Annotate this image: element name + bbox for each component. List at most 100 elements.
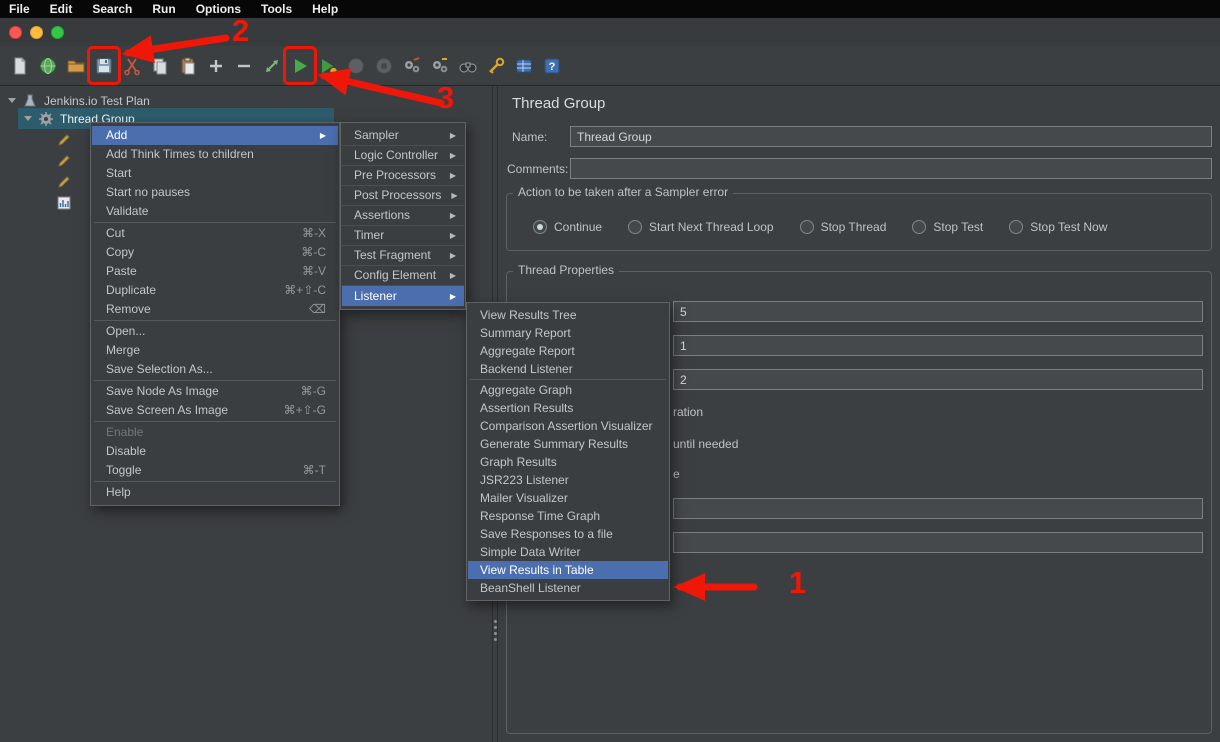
radio-selected-icon	[533, 220, 547, 234]
name-label: Name:	[512, 130, 547, 144]
menu-item-assertion-results[interactable]: Assertion Results	[468, 399, 668, 417]
menu-item-jsr223-listener[interactable]: JSR223 Listener	[468, 471, 668, 489]
menubar-item-search[interactable]: Search	[92, 2, 132, 16]
radio-continue[interactable]: Continue	[533, 220, 602, 234]
new-file-icon	[10, 56, 30, 76]
menubar-item-help[interactable]: Help	[312, 2, 338, 16]
minimize-window-button[interactable]	[30, 26, 43, 39]
templates-button[interactable]	[34, 49, 62, 83]
menu-item-save-screen-as-image[interactable]: Save Screen As Image⌘+⇧-G	[92, 401, 338, 420]
radio-stop-test[interactable]: Stop Test	[912, 220, 983, 234]
menu-item-summary-report[interactable]: Summary Report	[468, 324, 668, 342]
plus-icon	[206, 56, 226, 76]
remote-stop-all-button[interactable]	[426, 49, 454, 83]
menu-item-paste[interactable]: Paste⌘-V	[92, 262, 338, 281]
number-of-threads-field[interactable]: 5	[673, 301, 1203, 322]
help-button[interactable]: ?	[538, 49, 566, 83]
binoculars-icon	[458, 56, 478, 76]
expand-chevron-icon[interactable]	[8, 98, 16, 103]
name-field[interactable]: Thread Group	[570, 126, 1212, 147]
menu-item-help[interactable]: Help	[92, 483, 338, 502]
annotation-number-3: 3	[437, 80, 454, 116]
menu-item-aggregate-graph[interactable]: Aggregate Graph	[468, 381, 668, 399]
radio-stop-test-now[interactable]: Stop Test Now	[1009, 220, 1107, 234]
menu-item-post-processors[interactable]: Post Processors▶	[342, 186, 464, 206]
save-button[interactable]	[90, 49, 118, 83]
start-no-pauses-button[interactable]	[314, 49, 342, 83]
menu-separator	[94, 380, 336, 381]
menu-item-view-results-tree[interactable]: View Results Tree	[468, 306, 668, 324]
menu-item-generate-summary-results[interactable]: Generate Summary Results	[468, 435, 668, 453]
menu-item-remove[interactable]: Remove⌫	[92, 300, 338, 319]
menu-item-open[interactable]: Open...	[92, 322, 338, 341]
function-helper-icon	[514, 56, 534, 76]
menu-item-save-selection-as[interactable]: Save Selection As...	[92, 360, 338, 379]
menu-item-merge[interactable]: Merge	[92, 341, 338, 360]
copy-button[interactable]	[146, 49, 174, 83]
svg-text:?: ?	[549, 61, 556, 73]
menu-item-assertions[interactable]: Assertions▶	[342, 206, 464, 226]
menu-item-toggle[interactable]: Toggle⌘-T	[92, 461, 338, 480]
menu-item-add[interactable]: Add▶	[92, 126, 338, 145]
menubar-item-tools[interactable]: Tools	[261, 2, 292, 16]
menu-item-beanshell-listener[interactable]: BeanShell Listener	[468, 579, 668, 597]
menu-item-sampler[interactable]: Sampler▶	[342, 126, 464, 146]
menu-item-aggregate-report[interactable]: Aggregate Report	[468, 342, 668, 360]
menu-item-listener[interactable]: Listener▶	[342, 286, 464, 306]
menu-item-logic-controller[interactable]: Logic Controller▶	[342, 146, 464, 166]
menubar-item-run[interactable]: Run	[152, 2, 175, 16]
menu-separator	[94, 320, 336, 321]
stop-button[interactable]	[342, 49, 370, 83]
menu-item-duplicate[interactable]: Duplicate⌘+⇧-C	[92, 281, 338, 300]
search-button[interactable]	[454, 49, 482, 83]
checkbox-label-fragment: ration	[673, 405, 703, 419]
menu-item-start[interactable]: Start	[92, 164, 338, 183]
menu-item-backend-listener[interactable]: Backend Listener	[468, 360, 668, 378]
expand-chevron-icon[interactable]	[24, 116, 32, 121]
menu-item-start-no-pauses[interactable]: Start no pauses	[92, 183, 338, 202]
menu-item-add-think-times[interactable]: Add Think Times to children	[92, 145, 338, 164]
menu-item-copy[interactable]: Copy⌘-C	[92, 243, 338, 262]
sampler-error-options: Continue Start Next Thread Loop Stop Thr…	[533, 220, 1107, 234]
radio-start-next-thread-loop[interactable]: Start Next Thread Loop	[628, 220, 774, 234]
menu-item-response-time-graph[interactable]: Response Time Graph	[468, 507, 668, 525]
menu-item-simple-data-writer[interactable]: Simple Data Writer	[468, 543, 668, 561]
radio-stop-thread[interactable]: Stop Thread	[800, 220, 887, 234]
paste-button[interactable]	[174, 49, 202, 83]
reset-search-button[interactable]	[482, 49, 510, 83]
menu-item-graph-results[interactable]: Graph Results	[468, 453, 668, 471]
menu-item-save-node-as-image[interactable]: Save Node As Image⌘-G	[92, 382, 338, 401]
menubar-item-edit[interactable]: Edit	[50, 2, 73, 16]
menu-item-mailer-visualizer[interactable]: Mailer Visualizer	[468, 489, 668, 507]
annotation-number-1: 1	[789, 565, 806, 601]
toggle-button[interactable]	[258, 49, 286, 83]
menu-item-view-results-in-table[interactable]: View Results in Table	[468, 561, 668, 579]
duration-field[interactable]	[673, 498, 1203, 519]
new-test-plan-button[interactable]	[6, 49, 34, 83]
menu-item-config-element[interactable]: Config Element▶	[342, 266, 464, 286]
loop-count-field[interactable]: 2	[673, 369, 1203, 390]
startup-delay-field[interactable]	[673, 532, 1203, 553]
close-window-button[interactable]	[9, 26, 22, 39]
comments-field[interactable]	[570, 158, 1212, 179]
templates-icon	[38, 56, 58, 76]
menu-item-timer[interactable]: Timer▶	[342, 226, 464, 246]
remote-start-all-button[interactable]	[398, 49, 426, 83]
expand-all-button[interactable]	[202, 49, 230, 83]
menu-item-save-responses-to-file[interactable]: Save Responses to a file	[468, 525, 668, 543]
menu-item-pre-processors[interactable]: Pre Processors▶	[342, 166, 464, 186]
menu-item-test-fragment[interactable]: Test Fragment▶	[342, 246, 464, 266]
menu-item-validate[interactable]: Validate	[92, 202, 338, 221]
function-helper-button[interactable]	[510, 49, 538, 83]
cut-button[interactable]	[118, 49, 146, 83]
open-button[interactable]	[62, 49, 90, 83]
menu-item-disable[interactable]: Disable	[92, 442, 338, 461]
collapse-all-button[interactable]	[230, 49, 258, 83]
zoom-window-button[interactable]	[51, 26, 64, 39]
ramp-up-field[interactable]: 1	[673, 335, 1203, 356]
shutdown-button[interactable]	[370, 49, 398, 83]
menubar-item-file[interactable]: File	[9, 2, 30, 16]
menu-item-comparison-assertion-visualizer[interactable]: Comparison Assertion Visualizer	[468, 417, 668, 435]
menu-item-cut[interactable]: Cut⌘-X	[92, 224, 338, 243]
start-button[interactable]	[286, 49, 314, 83]
